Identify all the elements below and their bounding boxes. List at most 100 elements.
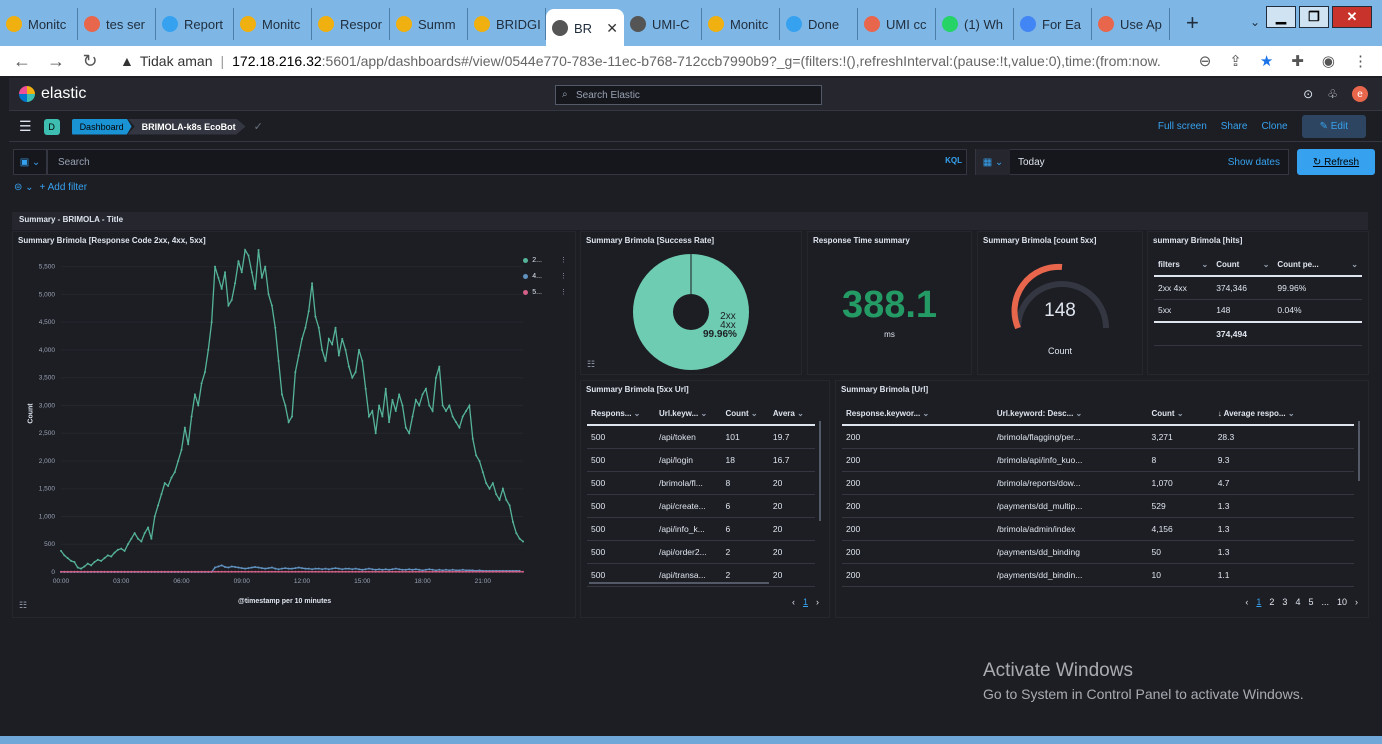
legend-menu-icon[interactable]: ⋮ — [560, 256, 567, 264]
legend-item[interactable]: 5... ⋮ — [523, 284, 567, 300]
browser-tab[interactable]: Summ — [390, 8, 468, 40]
chevron-down-icon[interactable]: ⌄ — [749, 409, 758, 418]
browser-tab[interactable]: Report — [156, 8, 234, 40]
page-link[interactable]: 3 — [1282, 597, 1287, 607]
legend-menu-icon[interactable]: ⋮ — [560, 288, 567, 296]
add-filter-link[interactable]: + Add filter — [40, 182, 88, 193]
col-header[interactable]: Url.keyw... ⌄ — [654, 403, 722, 426]
data-point — [157, 504, 160, 507]
col-header[interactable]: Response.keywor... ⌄ — [842, 403, 993, 426]
date-range[interactable]: Today — [1018, 157, 1045, 168]
next-page-icon[interactable]: › — [1355, 597, 1358, 607]
chevron-down-icon[interactable]: ⌄ — [795, 409, 804, 418]
browser-tab[interactable]: Monitc — [702, 8, 780, 40]
share-link[interactable]: Share — [1221, 121, 1248, 132]
query-input[interactable]: Search KQL — [47, 149, 967, 175]
success-rate-donut[interactable] — [581, 232, 803, 376]
browser-menu-icon[interactable]: ⋮ — [1353, 52, 1368, 70]
edit-button[interactable]: ✎ Edit — [1301, 115, 1366, 138]
news-icon[interactable]: ♧ — [1327, 87, 1338, 101]
close-tab-icon[interactable]: ✕ — [606, 20, 618, 37]
security-label[interactable]: Tidak aman — [140, 53, 213, 69]
browser-tab[interactable]: For Ea — [1014, 8, 1092, 40]
full-screen-link[interactable]: Full screen — [1158, 121, 1207, 132]
filter-icon[interactable]: ⊜ ⌄ — [14, 182, 34, 193]
refresh-button[interactable]: ↻ Refresh — [1297, 149, 1375, 175]
browser-tab[interactable]: Monitc — [234, 8, 312, 40]
col-header[interactable]: Url.keyword: Desc... ⌄ — [992, 403, 1148, 426]
browser-tab[interactable]: UMI-C — [624, 8, 702, 40]
prev-page-icon[interactable]: ‹ — [1245, 597, 1248, 607]
page-link[interactable]: 1 — [803, 597, 808, 607]
url-field[interactable]: ▲ Tidak aman | 172.18.216.32 :5601/app/d… — [120, 53, 1160, 69]
extensions-icon[interactable]: ✚ — [1291, 52, 1304, 70]
browser-tab[interactable]: BR ✕ — [546, 9, 624, 47]
scrollbar[interactable] — [819, 421, 821, 521]
calendar-icon[interactable]: ▦ ⌄ — [976, 149, 1010, 175]
global-search-input[interactable]: ⌕ Search Elastic — [555, 85, 822, 105]
scrollbar-horizontal[interactable] — [589, 582, 769, 584]
browser-tab[interactable]: Monitc — [0, 8, 78, 40]
page-link[interactable]: 10 — [1337, 597, 1347, 607]
minimize-button[interactable]: ▁ — [1266, 6, 1296, 28]
kql-toggle[interactable]: KQL — [945, 156, 962, 165]
page-link[interactable]: 1 — [1256, 597, 1261, 607]
space-avatar[interactable]: D — [43, 118, 60, 135]
page-link[interactable]: 5 — [1308, 597, 1313, 607]
elastic-logo[interactable]: elastic — [19, 85, 86, 103]
browser-tab[interactable]: BRIDGI — [468, 8, 546, 40]
legend-item[interactable]: 2... ⋮ — [523, 252, 567, 268]
warning-icon[interactable]: ▲ — [120, 53, 134, 69]
legend-menu-icon[interactable]: ⋮ — [560, 272, 567, 280]
chevron-down-icon[interactable]: ⌄ — [920, 409, 929, 418]
next-page-icon[interactable]: › — [816, 597, 819, 607]
close-window-button[interactable]: ✕ — [1332, 6, 1372, 28]
prev-page-icon[interactable]: ‹ — [792, 597, 795, 607]
col-header[interactable]: Respons... ⌄ — [587, 403, 655, 426]
col-header[interactable]: Count pe... ⌄ — [1273, 254, 1362, 277]
date-picker[interactable]: ▦ ⌄ Today Show dates — [975, 149, 1289, 175]
response-code-chart[interactable]: 0 500 1,000 1,500 2,000 2,500 3,000 3,500 4,000 4… — [13, 232, 577, 619]
new-tab-button[interactable]: + — [1186, 10, 1199, 36]
scrollbar[interactable] — [1358, 421, 1360, 481]
panel-options-icon[interactable]: ☷ — [19, 600, 27, 611]
browser-tab[interactable]: UMI cc — [858, 8, 936, 40]
chevron-down-icon[interactable]: ⌄ — [698, 409, 707, 418]
browser-tab[interactable]: (1) Wh — [936, 8, 1014, 40]
bookmark-star-icon[interactable]: ★ — [1260, 52, 1273, 70]
menu-icon[interactable]: ☰ — [19, 118, 32, 135]
data-point — [90, 570, 93, 573]
col-header[interactable]: Count ⌄ — [1147, 403, 1214, 426]
col-header[interactable]: ↓ Average respo... ⌄ — [1213, 403, 1354, 426]
forward-icon[interactable]: → — [44, 51, 68, 72]
browser-tab[interactable]: Done — [780, 8, 858, 40]
saved-query-icon[interactable]: ▣ ⌄ — [13, 149, 47, 175]
browser-tab[interactable]: Use Ap — [1092, 8, 1170, 40]
browser-tab[interactable]: Respor — [312, 8, 390, 40]
page-link[interactable]: 2 — [1269, 597, 1274, 607]
col-header[interactable]: Count ⌄ — [721, 403, 769, 426]
maximize-button[interactable]: ❐ — [1299, 6, 1329, 28]
share-icon[interactable]: ⇪ — [1229, 52, 1242, 70]
show-dates-link[interactable]: Show dates — [1228, 157, 1280, 168]
reload-icon[interactable]: ↻ — [78, 51, 102, 72]
zoom-icon[interactable]: ⊖ — [1199, 52, 1212, 70]
page-link[interactable]: 4 — [1295, 597, 1300, 607]
browser-tab[interactable]: tes ser — [78, 8, 156, 40]
chevron-down-icon[interactable]: ⌄ — [1175, 409, 1184, 418]
chevron-down-icon[interactable]: ⌄ — [1073, 409, 1083, 418]
tab-search-icon[interactable]: ⌄ — [1250, 15, 1260, 29]
col-header[interactable]: filters ⌄ — [1154, 254, 1213, 277]
breadcrumb-dashboard[interactable]: Dashboard — [71, 118, 132, 135]
chevron-down-icon[interactable]: ⌄ — [631, 409, 641, 418]
col-header[interactable]: Count ⌄ — [1212, 254, 1274, 277]
legend-toggle-icon[interactable]: ☷ — [587, 359, 595, 370]
clone-link[interactable]: Clone — [1261, 121, 1287, 132]
legend-item[interactable]: 4... ⋮ — [523, 268, 567, 284]
col-header[interactable]: Avera ⌄ — [768, 403, 815, 426]
back-icon[interactable]: ← — [10, 51, 34, 72]
user-avatar[interactable]: e — [1352, 86, 1368, 102]
chevron-down-icon[interactable]: ⌄ — [1286, 409, 1295, 418]
help-icon[interactable]: ⊙ — [1303, 87, 1313, 101]
profile-avatar[interactable]: ◉ — [1322, 52, 1335, 70]
